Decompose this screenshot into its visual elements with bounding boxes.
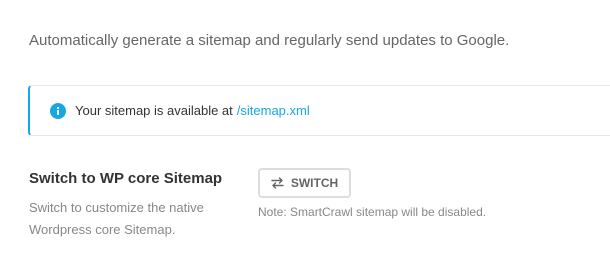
setting-description: Switch to customize the native Wordpress… [29,200,204,237]
switch-note: Note: SmartCrawl sitemap will be disable… [258,205,487,219]
switch-arrows-icon [271,177,284,189]
sitemap-settings-panel: Automatically generate a sitemap and reg… [0,0,610,268]
sitemap-link[interactable]: /sitemap.xml [237,103,310,118]
switch-button[interactable]: SWITCH [258,168,351,198]
sitemap-notice: Your sitemap is available at/sitemap.xml [28,85,610,136]
notice-text: Your sitemap is available at/sitemap.xml [75,103,310,118]
notice-label: Your sitemap is available at [75,103,233,118]
page-description: Automatically generate a sitemap and reg… [29,32,510,49]
switch-button-label: SWITCH [290,176,339,190]
setting-title: Switch to WP core Sitemap [29,170,223,187]
info-icon [50,102,66,119]
